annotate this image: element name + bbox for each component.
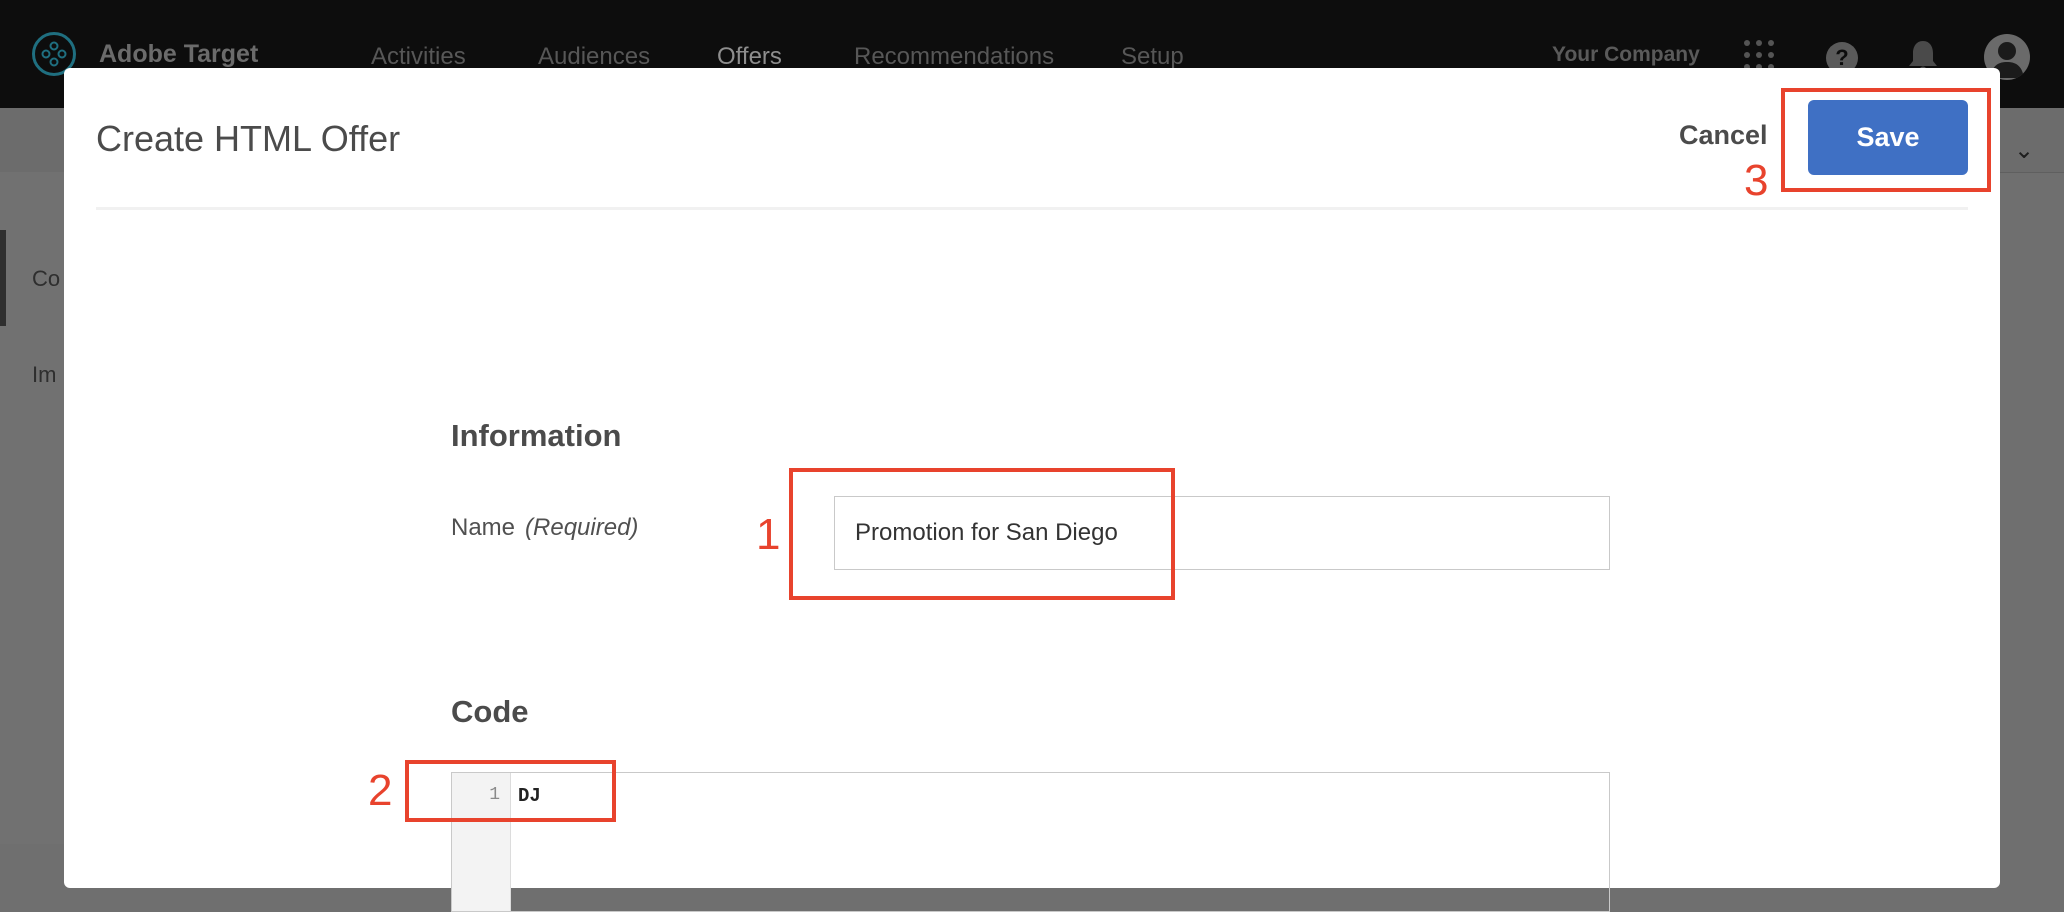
name-label-text: Name [451,514,516,541]
modal-title: Create HTML Offer [96,118,401,159]
callout-number-2: 2 [368,766,393,815]
callout-box-1 [789,468,1175,600]
chevron-down-icon: ⌄ [2014,137,2035,164]
code-editor[interactable]: 1 DJ [451,772,1610,912]
callout-box-3 [1781,88,1991,192]
cancel-button[interactable]: Cancel [1679,120,1768,151]
left-item-image: Im [32,362,57,387]
brand-name: Adobe Target [99,40,259,68]
nav-offers[interactable]: Offers [717,43,782,71]
information-heading: Information [451,418,622,453]
code-heading: Code [451,694,529,729]
nav-recommendations[interactable]: Recommendations [854,43,1054,71]
header-divider [96,207,1968,210]
company-name[interactable]: Your Company [1552,43,1700,67]
name-field-label: Name (Required) [451,514,638,542]
nav-activities[interactable]: Activities [371,43,466,71]
required-hint: (Required) [525,514,639,541]
left-item-code: Co [32,266,61,291]
callout-box-2 [405,760,616,822]
callout-number-1: 1 [756,510,781,559]
nav-setup[interactable]: Setup [1121,43,1184,71]
callout-number-3: 3 [1744,156,1769,205]
apps-grid-icon[interactable] [1744,40,1774,70]
nav-audiences[interactable]: Audiences [538,43,650,71]
